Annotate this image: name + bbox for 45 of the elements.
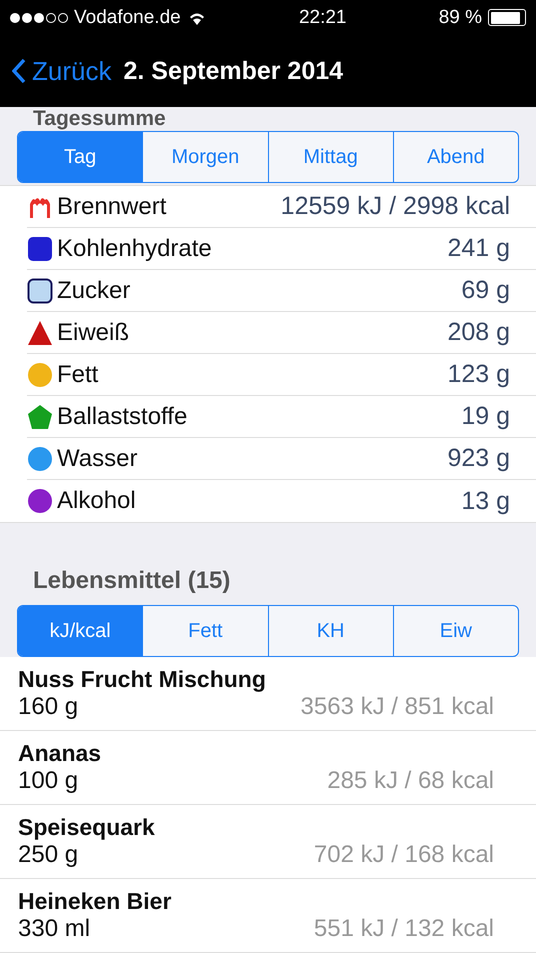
segment-tab[interactable]: kJ/kcal xyxy=(18,606,142,656)
back-link[interactable]: Zurück xyxy=(12,56,112,86)
food-name: Speisequark xyxy=(18,814,156,841)
nutrient-value: 69 g xyxy=(461,276,510,305)
nutrient-name: Alkohol xyxy=(57,487,137,515)
segment-tab[interactable]: Abend xyxy=(392,132,518,182)
section-header: Tagessumme xyxy=(32,107,167,131)
segment-tab[interactable]: Eiw xyxy=(392,606,518,656)
nutrient-name: Eiweiß xyxy=(57,318,130,346)
battery-percent: 89 % xyxy=(438,6,482,28)
food-energy: 285 kJ / 68 kcal xyxy=(327,767,494,795)
food-amount: 250 g xyxy=(18,841,80,869)
nutrient-name: Wasser xyxy=(57,444,138,472)
segment-tab[interactable]: Mittag xyxy=(268,132,393,182)
section-header: Lebensmittel (15) xyxy=(32,566,232,596)
segment-tab[interactable]: Fett xyxy=(142,606,268,656)
food-energy: 551 kJ / 132 kcal xyxy=(314,915,494,943)
nutrient-value: 123 g xyxy=(447,360,510,389)
food-energy: 3563 kJ / 851 kcal xyxy=(300,693,494,721)
nutrient-name: Brennwert xyxy=(57,192,168,220)
nutrient-value: 208 g xyxy=(447,318,510,347)
segment-tab[interactable]: Tag xyxy=(18,132,142,182)
segment-tab[interactable]: KH xyxy=(268,606,393,656)
nutrient-value: 13 g xyxy=(461,486,510,516)
food-amount: 330 ml xyxy=(18,915,92,943)
nutrient-name: Fett xyxy=(57,360,100,388)
food-name: Heineken Bier xyxy=(18,888,172,915)
nutrient-name: Zucker xyxy=(57,276,132,304)
food-amount: 100 g xyxy=(18,767,80,795)
food-amount: 160 g xyxy=(18,693,80,721)
battery-icon xyxy=(488,9,526,26)
food-name: Nuss Frucht Mischung xyxy=(18,666,267,693)
segment-tab[interactable]: Morgen xyxy=(142,132,268,182)
carrier-name: Vodafone.de xyxy=(74,6,181,28)
food-name: Ananas xyxy=(18,740,102,767)
nutrient-value: 19 g xyxy=(461,402,510,431)
food-energy: 702 kJ / 168 kcal xyxy=(314,841,494,869)
back-chevron-icon xyxy=(12,58,26,84)
clock: 22:21 xyxy=(298,6,346,28)
nutrient-value: 923 g xyxy=(447,444,510,473)
nutrient-value: 12559 kJ / 2998 kcal xyxy=(280,192,510,221)
nutrient-value: 241 g xyxy=(447,234,510,263)
page-title: 2. September 2014 xyxy=(123,56,344,86)
nutrient-name: Kohlenhydrate xyxy=(57,234,213,262)
nutrient-name: Ballaststoffe xyxy=(57,402,188,430)
